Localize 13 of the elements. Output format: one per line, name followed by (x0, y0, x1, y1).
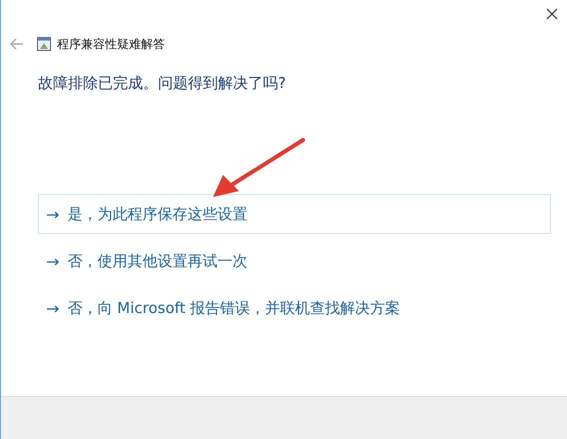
option-label: 否，向 Microsoft 报告错误，并联机查找解决方案 (67, 298, 400, 318)
option-label: 否，使用其他设置再试一次 (67, 252, 248, 270)
window-title: 程序兼容性疑难解答 (57, 36, 165, 52)
close-icon[interactable] (546, 8, 558, 20)
arrow-icon: → (46, 252, 60, 270)
arrow-icon: → (46, 298, 60, 318)
option-link[interactable]: → 否，向 Microsoft 报告错误，并联机查找解决方案 (38, 288, 551, 328)
question-heading: 故障排除已完成。问题得到解决了吗? (38, 74, 287, 93)
option-link[interactable]: → 是，为此程序保存这些设置 (38, 194, 551, 234)
app-window-icon (37, 37, 51, 51)
arrow-icon: → (46, 204, 60, 224)
option-link[interactable]: → 否，使用其他设置再试一次 (38, 241, 551, 281)
option-label: 是，为此程序保存这些设置 (67, 204, 248, 224)
